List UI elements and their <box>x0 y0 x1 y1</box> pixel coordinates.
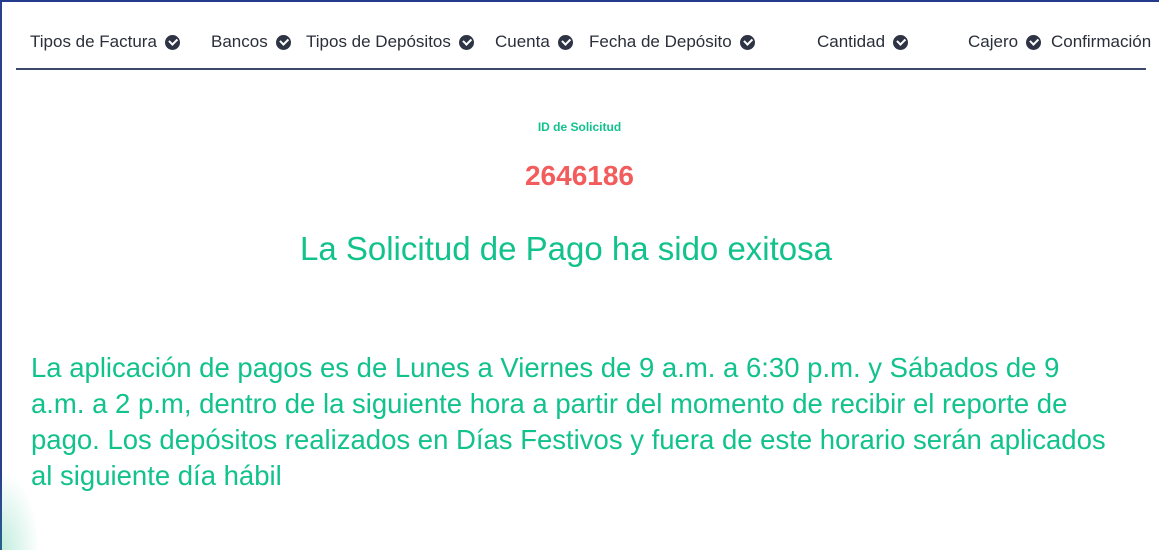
step-label: Fecha de Depósito <box>589 32 732 51</box>
step-label: Confirmación <box>1051 32 1152 51</box>
step-cajero[interactable]: Cajero <box>968 32 1042 52</box>
step-confirmacion[interactable]: Confirmación <box>1051 32 1151 52</box>
request-id-label: ID de Solicitud <box>537 120 622 134</box>
step-fecha-de-deposito[interactable]: Fecha de Depósito <box>589 32 755 52</box>
check-circle-icon <box>164 34 180 50</box>
request-id-value: 2646186 <box>524 160 634 191</box>
check-circle-icon <box>557 34 573 50</box>
step-cantidad[interactable]: Cantidad <box>817 32 909 52</box>
check-circle-icon <box>275 34 291 50</box>
step-tipos-de-depositos[interactable]: Tipos de Depósitos <box>306 32 474 52</box>
step-label: Cantidad <box>817 32 886 51</box>
step-label: Cuenta <box>495 32 550 51</box>
step-label: Tipos de Depósitos <box>306 32 451 51</box>
schedule-note: La aplicación de pagos es de Lunes a Vie… <box>31 352 1106 491</box>
progress-stepper: Tipos de Factura Bancos Tipos de Depósit… <box>16 20 1151 70</box>
step-tipos-de-factura[interactable]: Tipos de Factura <box>30 32 180 52</box>
step-cuenta[interactable]: Cuenta <box>495 32 573 52</box>
success-message: La Solicitud de Pago ha sido exitosa <box>299 230 833 267</box>
check-circle-icon <box>458 34 474 50</box>
step-label: Tipos de Factura <box>30 32 157 51</box>
check-circle-icon <box>1026 34 1042 50</box>
step-label: Cajero <box>968 32 1019 51</box>
check-circle-icon <box>739 34 755 50</box>
step-bancos[interactable]: Bancos <box>211 32 291 52</box>
step-label: Bancos <box>211 32 268 51</box>
check-circle-icon <box>893 34 909 50</box>
